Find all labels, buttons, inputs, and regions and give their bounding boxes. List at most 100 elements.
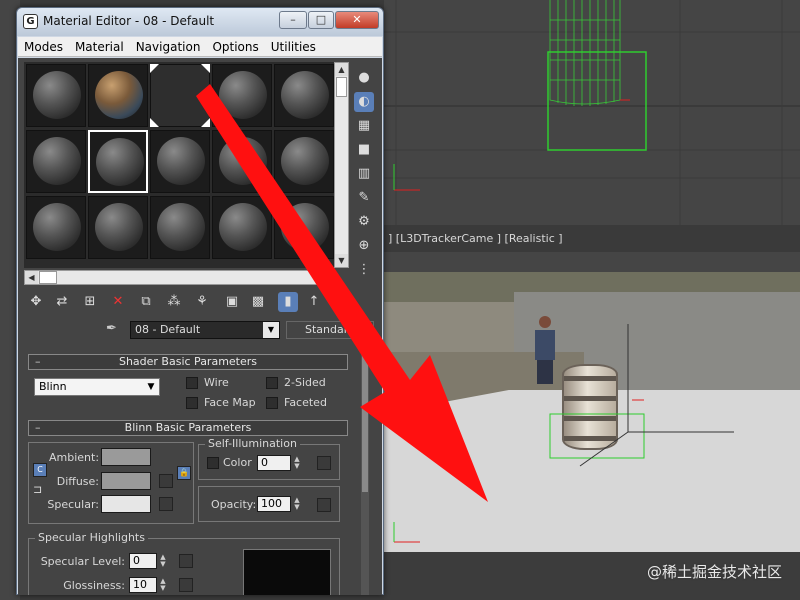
face-map-label: Face Map xyxy=(204,396,256,409)
diffuse-color-swatch[interactable] xyxy=(101,472,151,490)
minimize-button[interactable]: – xyxy=(279,11,307,29)
rollout-blinn-basic[interactable]: – Blinn Basic Parameters xyxy=(28,420,348,436)
material-type-button[interactable]: Standard xyxy=(286,321,374,339)
sample-slot[interactable] xyxy=(150,196,210,259)
close-button[interactable]: ✕ xyxy=(335,11,379,29)
sample-slot[interactable] xyxy=(26,196,86,259)
scroll-thumb[interactable] xyxy=(336,77,347,97)
pick-material-eyedropper-icon[interactable]: ✒ xyxy=(106,321,124,339)
sample-slot[interactable] xyxy=(88,196,148,259)
spinner-arrows-icon[interactable]: ▲ ▼ xyxy=(158,554,168,568)
video-color-check-icon[interactable]: ▥ xyxy=(354,164,374,184)
viewport-camera[interactable] xyxy=(384,252,800,600)
copy-material-icon[interactable]: ⧉ xyxy=(136,292,156,312)
sample-slot[interactable] xyxy=(212,130,272,193)
chevron-down-icon[interactable]: ▼ xyxy=(143,379,159,395)
show-end-result-icon[interactable]: ▮ xyxy=(278,292,298,312)
glossiness-map-button[interactable] xyxy=(179,578,193,592)
assign-material-icon[interactable]: ⊞ xyxy=(80,292,100,312)
lock-ambient-diffuse-icon[interactable]: C xyxy=(33,463,47,477)
ambient-color-swatch[interactable] xyxy=(101,448,151,466)
material-map-navigator-icon[interactable]: ⋮ xyxy=(354,260,374,280)
spinner-arrows-icon[interactable]: ▲ ▼ xyxy=(292,456,302,470)
specular-level-map-button[interactable] xyxy=(179,554,193,568)
specular-map-button[interactable] xyxy=(159,497,173,511)
scroll-left-icon[interactable]: ◀ xyxy=(25,271,38,284)
padlock-icon[interactable]: 🔒 xyxy=(177,466,191,480)
specular-level-spinner[interactable]: 0 ▲ ▼ xyxy=(129,553,166,569)
make-preview-icon[interactable]: ✎ xyxy=(354,188,374,208)
viewport-label[interactable]: ] [L3DTrackerCame ] [Realistic ] xyxy=(384,231,563,247)
menu-options[interactable]: Options xyxy=(206,37,264,57)
self-illum-map-button[interactable] xyxy=(317,456,331,470)
scroll-right-icon[interactable]: ▶ xyxy=(320,271,333,284)
sample-slot[interactable] xyxy=(26,64,86,127)
viewport-top[interactable] xyxy=(384,0,800,225)
sample-slot[interactable] xyxy=(274,196,334,259)
spinner-arrows-icon[interactable]: ▲ ▼ xyxy=(292,497,302,511)
shader-type-dropdown[interactable]: Blinn ▼ xyxy=(34,378,160,396)
scroll-thumb[interactable] xyxy=(39,271,57,284)
scroll-thumb[interactable] xyxy=(362,352,368,492)
maximize-button[interactable]: □ xyxy=(308,11,334,29)
select-by-material-icon[interactable]: ⊕ xyxy=(354,236,374,256)
show-shaded-material-icon[interactable]: ▩ xyxy=(248,292,268,312)
editor-client: ▲ ▼ ◀ ▶ ● ◐ ▦ ■ ▥ ✎ ⚙ ⊕ ⋮ ✥ ⇄ ⊞ ✕ ⧉ ⁂ ⚘ … xyxy=(18,58,382,595)
scroll-down-icon[interactable]: ▼ xyxy=(335,254,348,267)
slots-vertical-scrollbar[interactable]: ▲ ▼ xyxy=(334,62,349,268)
go-forward-sibling-icon[interactable]: ⚗ xyxy=(332,292,352,312)
sample-slot-active[interactable] xyxy=(150,64,210,127)
chevron-down-icon[interactable]: ▼ xyxy=(263,322,279,338)
backlight-icon[interactable]: ◐ xyxy=(354,92,374,112)
make-unique-icon[interactable]: ⁂ xyxy=(164,292,184,312)
rollout-shader-basic[interactable]: – Shader Basic Parameters xyxy=(28,354,348,370)
color-group: C Ambient: Diffuse: Specular: ⊐ xyxy=(28,442,194,524)
slots-horizontal-scrollbar[interactable]: ◀ ▶ xyxy=(24,270,334,285)
material-name-field[interactable]: 08 - Default ▼ xyxy=(130,321,280,339)
menu-utilities[interactable]: Utilities xyxy=(265,37,322,57)
sample-slot[interactable] xyxy=(274,64,334,127)
self-illumination-title: Self-Illumination xyxy=(205,437,300,450)
scroll-up-icon[interactable]: ▲ xyxy=(335,63,348,76)
sample-slot[interactable] xyxy=(150,130,210,193)
spinner-arrows-icon[interactable]: ▲ ▼ xyxy=(158,578,168,592)
title-bar[interactable]: G Material Editor - 08 - Default – □ ✕ xyxy=(17,8,383,36)
specular-highlights-title: Specular Highlights xyxy=(35,531,148,544)
sample-slot[interactable] xyxy=(212,196,272,259)
self-illum-spinner[interactable]: 0 ▲ ▼ xyxy=(257,455,300,471)
background-icon[interactable]: ▦ xyxy=(354,116,374,136)
watermark: @稀土掘金技术社区 xyxy=(646,563,782,581)
menu-modes[interactable]: Modes xyxy=(18,37,69,57)
sample-type-icon[interactable]: ● xyxy=(354,68,374,88)
opacity-map-button[interactable] xyxy=(317,498,331,512)
app-icon[interactable]: G xyxy=(23,14,38,29)
sample-slot[interactable] xyxy=(274,130,334,193)
faceted-checkbox[interactable] xyxy=(266,397,278,409)
get-material-icon[interactable]: ✥ xyxy=(26,292,46,312)
uv-tiling-icon[interactable]: ■ xyxy=(354,140,374,160)
go-to-parent-icon[interactable]: ↑ xyxy=(304,292,324,312)
wire-checkbox[interactable] xyxy=(186,377,198,389)
material-id-icon[interactable]: ▣ xyxy=(222,292,242,312)
lock-diffuse-specular-icon[interactable]: ⊐ xyxy=(33,483,42,496)
reset-map-icon[interactable]: ✕ xyxy=(108,292,128,312)
put-material-icon[interactable]: ⇄ xyxy=(52,292,72,312)
sample-slot[interactable] xyxy=(88,64,148,127)
opacity-spinner[interactable]: 100 ▲ ▼ xyxy=(257,496,300,512)
specular-color-swatch[interactable] xyxy=(101,495,151,513)
sample-slot[interactable] xyxy=(212,64,272,127)
sample-slot[interactable] xyxy=(26,130,86,193)
menu-material[interactable]: Material xyxy=(69,37,130,57)
put-to-library-icon[interactable]: ⚘ xyxy=(192,292,212,312)
rollout-scrollbar[interactable] xyxy=(361,346,369,595)
two-sided-checkbox[interactable] xyxy=(266,377,278,389)
sample-sphere xyxy=(33,203,81,251)
options-icon[interactable]: ⚙ xyxy=(354,212,374,232)
sample-sphere xyxy=(157,203,205,251)
menu-navigation[interactable]: Navigation xyxy=(130,37,207,57)
diffuse-map-button[interactable] xyxy=(159,474,173,488)
face-map-checkbox[interactable] xyxy=(186,397,198,409)
sample-slot-selected[interactable] xyxy=(88,130,148,193)
self-illum-color-checkbox[interactable] xyxy=(207,457,219,469)
glossiness-spinner[interactable]: 10 ▲ ▼ xyxy=(129,577,166,593)
